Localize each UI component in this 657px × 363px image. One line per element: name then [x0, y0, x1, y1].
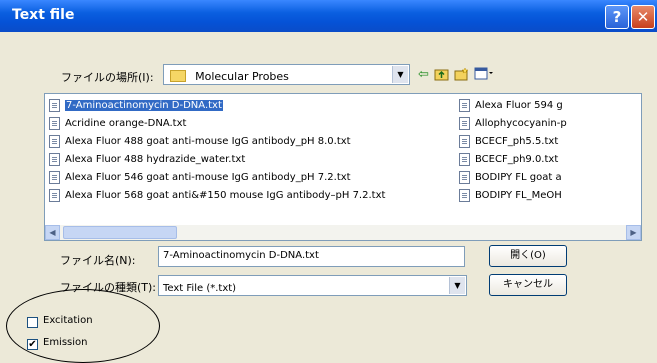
- new-folder-icon[interactable]: [454, 67, 469, 82]
- title-bar[interactable]: Text file ? ✕: [0, 0, 657, 32]
- view-menu-icon[interactable]: [474, 67, 494, 82]
- close-button[interactable]: ✕: [631, 5, 655, 29]
- scroll-left-icon[interactable]: ◀: [45, 225, 60, 240]
- file-item[interactable]: Alexa Fluor 546 goat anti-mouse IgG anti…: [47, 169, 451, 187]
- file-item[interactable]: Alexa Fluor 594 g: [457, 97, 641, 115]
- text-file-icon: [459, 188, 470, 202]
- look-in-value: Molecular Probes: [195, 70, 289, 83]
- text-file-icon: [49, 152, 60, 166]
- text-file-icon: [459, 116, 470, 130]
- cancel-button[interactable]: キャンセル: [489, 274, 567, 296]
- highlight-ellipse: [6, 289, 160, 363]
- text-file-icon: [49, 188, 60, 202]
- file-item[interactable]: BCECF_ph9.0.txt: [457, 151, 641, 169]
- window-title: Text file: [12, 7, 75, 23]
- text-file-dialog: Text file ? ✕ ファイルの場所(I): Molecular Prob…: [0, 0, 657, 363]
- file-item[interactable]: 7-Aminoactinomycin D-DNA.txt: [47, 97, 451, 115]
- look-in-dropdown[interactable]: Molecular Probes ▼: [163, 64, 410, 85]
- horizontal-scrollbar[interactable]: ◀ ▶: [45, 225, 641, 240]
- file-list[interactable]: 7-Aminoactinomycin D-DNA.txt Acridine or…: [44, 93, 642, 241]
- up-folder-icon[interactable]: [434, 67, 449, 82]
- scroll-right-icon[interactable]: ▶: [626, 225, 641, 240]
- file-item[interactable]: Alexa Fluor 488 hydrazide_water.txt: [47, 151, 451, 169]
- file-item[interactable]: Acridine orange-DNA.txt: [47, 115, 451, 133]
- chevron-down-icon[interactable]: ▼: [449, 277, 465, 294]
- file-item[interactable]: Alexa Fluor 488 goat anti-mouse IgG anti…: [47, 133, 451, 151]
- chevron-down-icon[interactable]: ▼: [392, 66, 408, 83]
- file-type-dropdown[interactable]: Text File (*.txt) ▼: [158, 275, 467, 296]
- file-item[interactable]: BODIPY FL_MeOH: [457, 187, 641, 205]
- text-file-icon: [459, 98, 470, 112]
- text-file-icon: [49, 116, 60, 130]
- text-file-icon: [49, 134, 60, 148]
- file-name-input[interactable]: 7-Aminoactinomycin D-DNA.txt: [158, 246, 465, 267]
- text-file-icon: [459, 170, 470, 184]
- back-icon[interactable]: ⇦: [416, 67, 431, 82]
- file-type-value: Text File (*.txt): [163, 283, 237, 294]
- scroll-thumb[interactable]: [63, 226, 177, 239]
- help-button[interactable]: ?: [605, 5, 629, 29]
- open-button[interactable]: 開く(O): [489, 245, 567, 267]
- text-file-icon: [49, 170, 60, 184]
- text-file-icon: [49, 98, 60, 112]
- folder-icon: [170, 69, 186, 82]
- file-item[interactable]: Allophycocyanin-p: [457, 115, 641, 133]
- look-in-label: ファイルの場所(I):: [61, 71, 154, 84]
- text-file-icon: [459, 134, 470, 148]
- file-item[interactable]: BODIPY FL goat a: [457, 169, 641, 187]
- file-name-label: ファイル名(N):: [60, 254, 136, 267]
- file-item[interactable]: BCECF_ph5.5.txt: [457, 133, 641, 151]
- file-item[interactable]: Alexa Fluor 568 goat anti&#150 mouse IgG…: [47, 187, 451, 205]
- text-file-icon: [459, 152, 470, 166]
